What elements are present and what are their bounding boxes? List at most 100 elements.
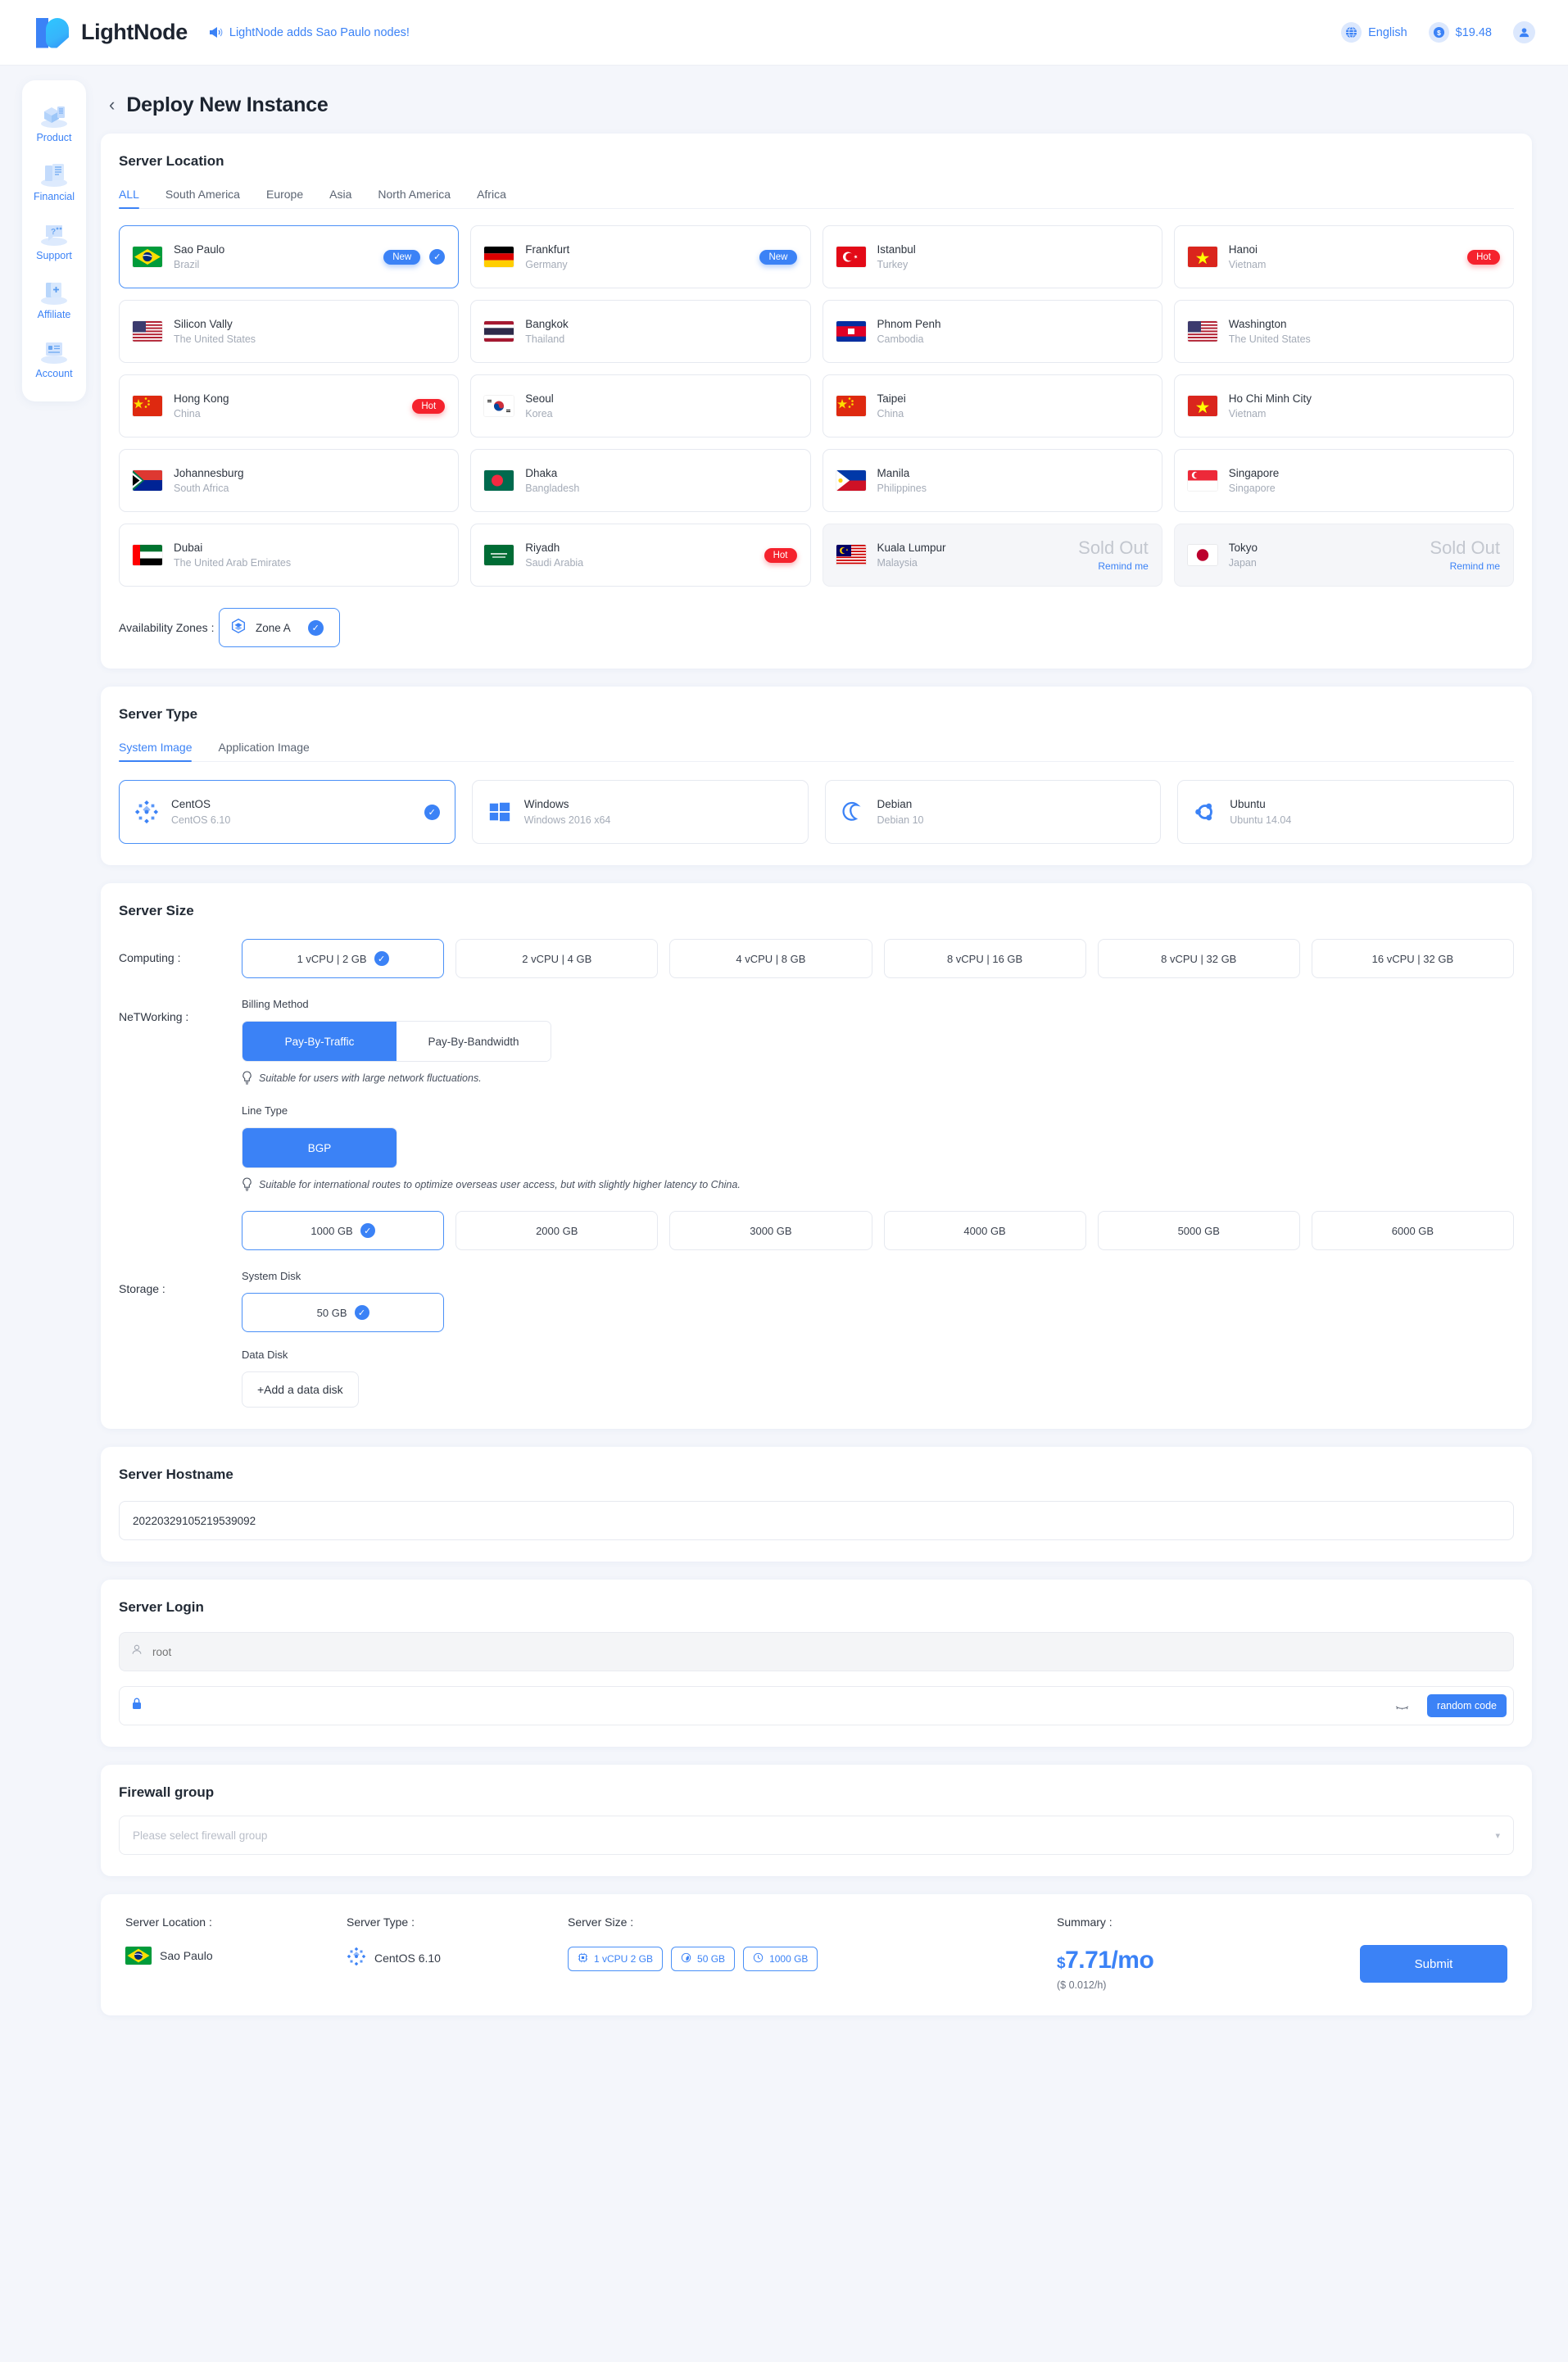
- billing-pay-by-traffic[interactable]: Pay-By-Traffic: [242, 1022, 397, 1061]
- location-card-ho-chi-minh-city[interactable]: Ho Chi Minh City Vietnam: [1173, 374, 1514, 437]
- location-names: Hanoi Vietnam: [1229, 242, 1267, 273]
- traffic-option-3[interactable]: 4000 GB: [883, 1211, 1086, 1250]
- location-country: Bangladesh: [525, 483, 580, 495]
- flag-vn-icon: [1187, 396, 1217, 416]
- computing-option-5[interactable]: 16 vCPU | 32 GB: [1311, 939, 1514, 978]
- sidebar-item-affiliate[interactable]: Affiliate: [22, 269, 86, 328]
- location-names: Hong Kong China: [174, 391, 229, 422]
- badge-hot: Hot: [764, 547, 797, 563]
- page-title: Deploy New Instance: [126, 93, 329, 116]
- location-card-dhaka[interactable]: Dhaka Bangladesh: [470, 449, 811, 512]
- location-city: Taipei: [877, 392, 906, 405]
- badge-new: New: [759, 249, 797, 265]
- traffic-option-2[interactable]: 3000 GB: [669, 1211, 872, 1250]
- remind-me-link[interactable]: Remind me: [1430, 560, 1500, 570]
- location-card-riyadh[interactable]: Riyadh Saudi Arabia Hot: [470, 524, 811, 587]
- hostname-input[interactable]: [119, 1501, 1514, 1540]
- firewall-group-select[interactable]: Please select firewall group ▾: [119, 1816, 1514, 1855]
- language-label: English: [1368, 25, 1407, 39]
- computing-option-label: 4 vCPU | 8 GB: [736, 952, 806, 965]
- server-hostname-title: Server Hostname: [119, 1467, 233, 1482]
- computing-option-1[interactable]: 2 vCPU | 4 GB: [455, 939, 659, 978]
- promo-announcement[interactable]: LightNode adds Sao Paulo nodes!: [209, 26, 410, 39]
- traffic-option-1[interactable]: 2000 GB: [455, 1211, 659, 1250]
- location-card-kuala-lumpur: Kuala Lumpur Malaysia Sold Out Remind me: [822, 524, 1162, 587]
- location-card-johannesburg[interactable]: Johannesburg South Africa: [119, 449, 460, 512]
- location-card-washington[interactable]: Washington The United States: [1173, 300, 1514, 363]
- add-data-disk-button[interactable]: +Add a data disk: [242, 1371, 359, 1408]
- page-header: ‹ Deploy New Instance: [101, 66, 1532, 134]
- location-card-manila[interactable]: Manila Philippines: [822, 449, 1162, 512]
- tab-asia[interactable]: Asia: [329, 188, 351, 208]
- location-card-frankfurt[interactable]: Frankfurt Germany New: [470, 225, 811, 288]
- language-selector[interactable]: English: [1341, 22, 1407, 43]
- location-card-silicon-vally[interactable]: Silicon Vally The United States: [119, 300, 460, 363]
- location-names: Washington The United States: [1229, 316, 1311, 347]
- computing-option-3[interactable]: 8 vCPU | 16 GB: [883, 939, 1086, 978]
- toggle-password-visibility-icon[interactable]: [1395, 1700, 1409, 1712]
- system-disk-option-check-icon: ✓: [354, 1305, 369, 1320]
- os-card-centos[interactable]: CentOS CentOS 6.10 ✓: [119, 780, 455, 844]
- location-card-sao-paulo[interactable]: Sao Paulo Brazil New ✓: [119, 225, 460, 288]
- sidebar-item-product[interactable]: Product: [22, 92, 86, 151]
- sidebar-item-support[interactable]: ? Support: [22, 210, 86, 269]
- computing-option-0[interactable]: 1 vCPU | 2 GB ✓: [242, 939, 445, 978]
- location-check-icon: ✓: [429, 249, 446, 265]
- line-type-block: Line Type BGP Suitable for international…: [242, 1104, 1514, 1191]
- location-card-istanbul[interactable]: Istanbul Turkey: [822, 225, 1162, 288]
- traffic-option-4[interactable]: 5000 GB: [1097, 1211, 1300, 1250]
- billing-pay-by-bandwidth[interactable]: Pay-By-Bandwidth: [397, 1022, 551, 1061]
- storage-label: Storage :: [119, 1282, 165, 1295]
- summary-type-value-row: CentOS 6.10: [347, 1947, 540, 1969]
- user-avatar-button[interactable]: [1513, 21, 1535, 43]
- password-field-wrap: random code: [119, 1686, 1514, 1725]
- zone-a-option[interactable]: Zone A ✓: [219, 608, 340, 647]
- server-size-title: Server Size: [119, 903, 194, 918]
- tab-system-image[interactable]: System Image: [119, 741, 193, 762]
- sidebar-item-financial[interactable]: Financial: [22, 151, 86, 210]
- computing-label: Computing :: [119, 951, 181, 964]
- location-names: Manila Philippines: [877, 465, 927, 496]
- brand-logo[interactable]: LightNode: [36, 16, 188, 49]
- tab-africa[interactable]: Africa: [477, 188, 506, 208]
- location-city: Silicon Vally: [174, 317, 233, 330]
- location-card-seoul[interactable]: Seoul Korea: [470, 374, 811, 437]
- location-names: Singapore Singapore: [1229, 465, 1280, 496]
- computing-option-2[interactable]: 4 vCPU | 8 GB: [669, 939, 872, 978]
- balance-display[interactable]: $ $19.48: [1428, 22, 1492, 43]
- username-input[interactable]: [119, 1632, 1514, 1671]
- tab-north-america[interactable]: North America: [378, 188, 451, 208]
- networking-label: NeTWorking :: [119, 1010, 189, 1023]
- tab-all[interactable]: ALL: [119, 188, 139, 209]
- location-city: Ho Chi Minh City: [1228, 392, 1312, 405]
- summary-location-value-row: Sao Paulo: [125, 1947, 319, 1965]
- traffic-option-5[interactable]: 6000 GB: [1311, 1211, 1514, 1250]
- back-chevron-icon[interactable]: ‹: [109, 95, 115, 114]
- line-type-bgp[interactable]: BGP: [242, 1128, 397, 1167]
- location-card-phnom-penh[interactable]: Phnom Penh Cambodia: [822, 300, 1162, 363]
- password-input[interactable]: [119, 1686, 1514, 1725]
- os-card-ubuntu[interactable]: Ubuntu Ubuntu 14.04: [1177, 780, 1514, 844]
- random-code-button[interactable]: random code: [1427, 1694, 1507, 1717]
- tab-application-image[interactable]: Application Image: [218, 741, 309, 761]
- remind-me-link[interactable]: Remind me: [1078, 560, 1148, 570]
- location-card-hanoi[interactable]: Hanoi Vietnam Hot: [1173, 225, 1514, 288]
- tab-europe[interactable]: Europe: [266, 188, 303, 208]
- location-card-hong-kong[interactable]: Hong Kong China Hot: [119, 374, 460, 437]
- location-card-singapore[interactable]: Singapore Singapore: [1173, 449, 1514, 512]
- summary-type-col: Server Type : CentOS 6.10: [347, 1915, 568, 1969]
- os-card-windows[interactable]: Windows Windows 2016 x64: [471, 780, 809, 844]
- sidebar-item-account[interactable]: Account: [22, 328, 86, 387]
- location-card-bangkok[interactable]: Bangkok Thailand: [470, 300, 811, 363]
- submit-button[interactable]: Submit: [1360, 1945, 1507, 1983]
- traffic-option-0[interactable]: 1000 GB ✓: [242, 1211, 445, 1250]
- summary-type-value: CentOS 6.10: [374, 1951, 441, 1965]
- location-card-taipei[interactable]: Taipei China: [822, 374, 1162, 437]
- billing-hint: Suitable for users with large network fl…: [242, 1071, 1514, 1085]
- location-country: South Africa: [174, 483, 229, 495]
- computing-option-4[interactable]: 8 vCPU | 32 GB: [1097, 939, 1300, 978]
- system-disk-option-0[interactable]: 50 GB ✓: [242, 1293, 445, 1332]
- tab-south-america[interactable]: South America: [165, 188, 240, 208]
- location-card-dubai[interactable]: Dubai The United Arab Emirates: [119, 524, 460, 587]
- os-card-debian[interactable]: Debian Debian 10: [824, 780, 1162, 844]
